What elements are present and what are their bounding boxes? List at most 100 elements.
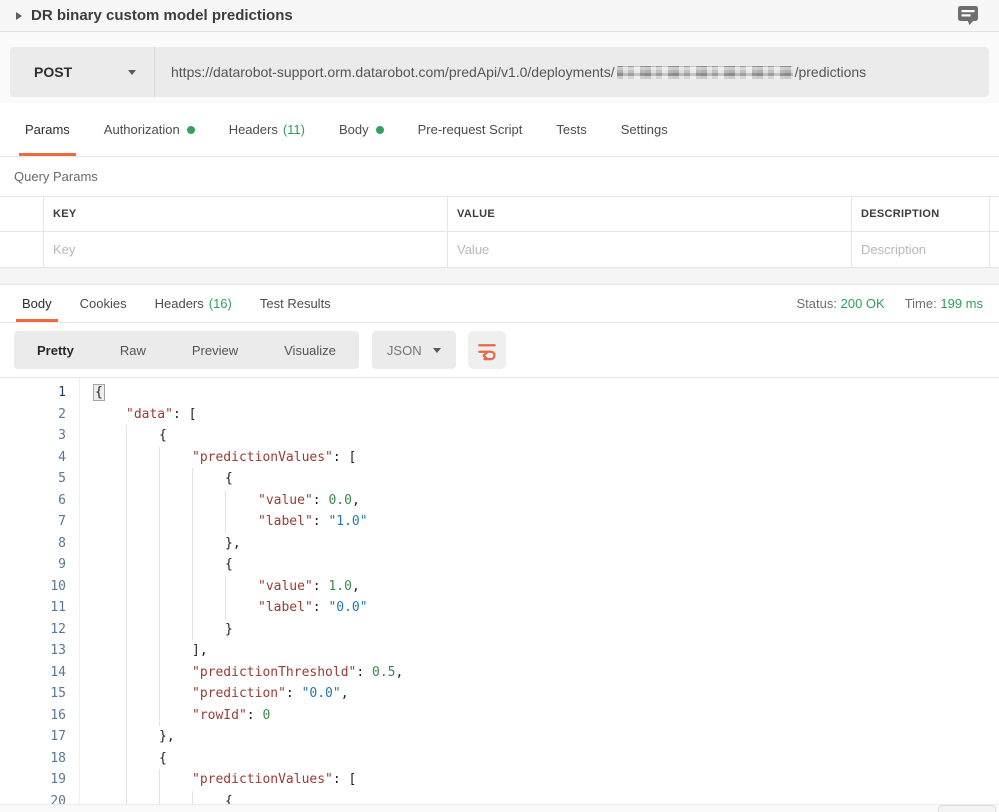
code-token: "label"	[258, 600, 313, 615]
row-select-column[interactable]	[0, 232, 44, 267]
indent-guide	[93, 490, 126, 512]
code-token: 0	[262, 708, 270, 723]
code-token: },	[159, 729, 175, 744]
code-line: "predictionValues": [	[93, 447, 999, 469]
indent-guide	[126, 554, 159, 576]
line-number: 9	[0, 554, 66, 576]
request-tabs: Params Authorization Headers (11) Body Pre-re…	[0, 103, 999, 157]
indent-guide	[126, 726, 159, 748]
view-mode-pretty[interactable]: Pretty	[14, 343, 97, 358]
request-tab-headers[interactable]: Headers (11)	[223, 103, 311, 156]
view-mode-group: PrettyRawPreviewVisualize	[14, 331, 359, 369]
indent-guide	[93, 533, 126, 555]
table-filler-cell	[990, 232, 999, 267]
code-line: {	[93, 425, 999, 447]
indent-guide	[93, 705, 126, 727]
code-token: },	[225, 536, 241, 551]
code-token: ],	[192, 643, 208, 658]
section-divider	[0, 268, 999, 285]
tab-label: Params	[25, 122, 70, 137]
indent-guide	[126, 447, 159, 469]
response-tab-body[interactable]: Body	[16, 285, 58, 322]
tab-count: (11)	[283, 122, 305, 137]
indent-guide	[126, 662, 159, 684]
line-number: 1	[0, 382, 66, 404]
wrap-text-icon	[475, 338, 499, 362]
line-number: 8	[0, 533, 66, 555]
url-input[interactable]: https://datarobot-support.orm.datarobot.…	[155, 64, 989, 80]
wrap-text-button[interactable]	[468, 331, 506, 369]
request-tab-body[interactable]: Body	[333, 103, 390, 156]
request-tab-pre-request-script[interactable]: Pre-request Script	[412, 103, 529, 156]
code-token: {	[159, 428, 167, 443]
indent-guide	[159, 705, 192, 727]
scrollbar-thumb[interactable]	[938, 805, 996, 812]
indent-guide	[225, 490, 258, 512]
line-number: 18	[0, 748, 66, 770]
table-header-row: KEYVALUEDESCRIPTION	[0, 197, 999, 232]
indent-guide	[159, 619, 192, 641]
response-tab-test-results[interactable]: Test Results	[254, 285, 337, 322]
code-token: ,	[352, 493, 360, 508]
line-number: 14	[0, 662, 66, 684]
horizontal-scrollbar[interactable]	[0, 804, 999, 812]
view-mode-preview[interactable]: Preview	[169, 343, 261, 358]
comment-icon	[957, 5, 979, 26]
request-header: DR binary custom model predictions	[0, 0, 999, 32]
code-token: : [	[333, 450, 356, 465]
indent-guide	[126, 597, 159, 619]
code-token: "predictionThreshold"	[192, 665, 356, 680]
value-input[interactable]: Value	[448, 232, 852, 267]
tab-label: Headers	[229, 122, 278, 137]
column-header-description: DESCRIPTION	[852, 197, 990, 231]
view-mode-raw[interactable]: Raw	[97, 343, 169, 358]
response-tab-headers[interactable]: Headers(16)	[149, 285, 238, 322]
response-body-viewer[interactable]: 1234567891011121314151617181920 {"data":…	[0, 378, 999, 812]
collapse-caret-icon[interactable]	[16, 12, 22, 20]
line-number: 4	[0, 447, 66, 469]
line-number: 7	[0, 511, 66, 533]
line-number: 15	[0, 683, 66, 705]
request-tab-tests[interactable]: Tests	[550, 103, 592, 156]
request-tab-params[interactable]: Params	[19, 103, 76, 156]
indent-guide	[93, 511, 126, 533]
view-mode-visualize[interactable]: Visualize	[261, 343, 359, 358]
green-status-dot	[187, 126, 195, 134]
indent-guide	[159, 576, 192, 598]
table-filler-cell	[990, 197, 999, 231]
description-input[interactable]: Description	[852, 232, 990, 267]
tab-label: Test Results	[260, 296, 331, 311]
indent-guide	[126, 490, 159, 512]
code-token: "prediction"	[192, 686, 286, 701]
indent-guide	[159, 468, 192, 490]
key-input[interactable]: Key	[44, 232, 448, 267]
chevron-down-icon	[433, 348, 441, 353]
request-tab-settings[interactable]: Settings	[615, 103, 674, 156]
code-token: ,	[341, 686, 349, 701]
format-dropdown[interactable]: JSON	[372, 331, 456, 369]
code-token: "rowId"	[192, 708, 247, 723]
code-token: :	[313, 579, 329, 594]
indent-guide	[93, 726, 126, 748]
response-tab-cookies[interactable]: Cookies	[74, 285, 133, 322]
indent-guide	[93, 468, 126, 490]
method-selector[interactable]: POST	[10, 47, 155, 97]
code-line: "prediction": "0.0",	[93, 683, 999, 705]
indent-guide	[126, 683, 159, 705]
code-token: :	[247, 708, 263, 723]
request-title: DR binary custom model predictions	[31, 7, 293, 24]
indent-guide	[93, 404, 126, 426]
code-token: "0.0"	[302, 686, 341, 701]
code-token: {	[225, 471, 233, 486]
indent-guide	[93, 619, 126, 641]
code-token: "data"	[126, 407, 173, 422]
code-line: "value": 1.0,	[93, 576, 999, 598]
line-number: 11	[0, 597, 66, 619]
line-number: 16	[0, 705, 66, 727]
response-tabs: Body Cookies Headers(16) Test Results	[8, 285, 345, 322]
green-status-dot	[376, 126, 384, 134]
comments-button[interactable]	[957, 5, 979, 26]
indent-guide	[159, 490, 192, 512]
request-tab-authorization[interactable]: Authorization	[98, 103, 201, 156]
indent-guide	[126, 769, 159, 791]
